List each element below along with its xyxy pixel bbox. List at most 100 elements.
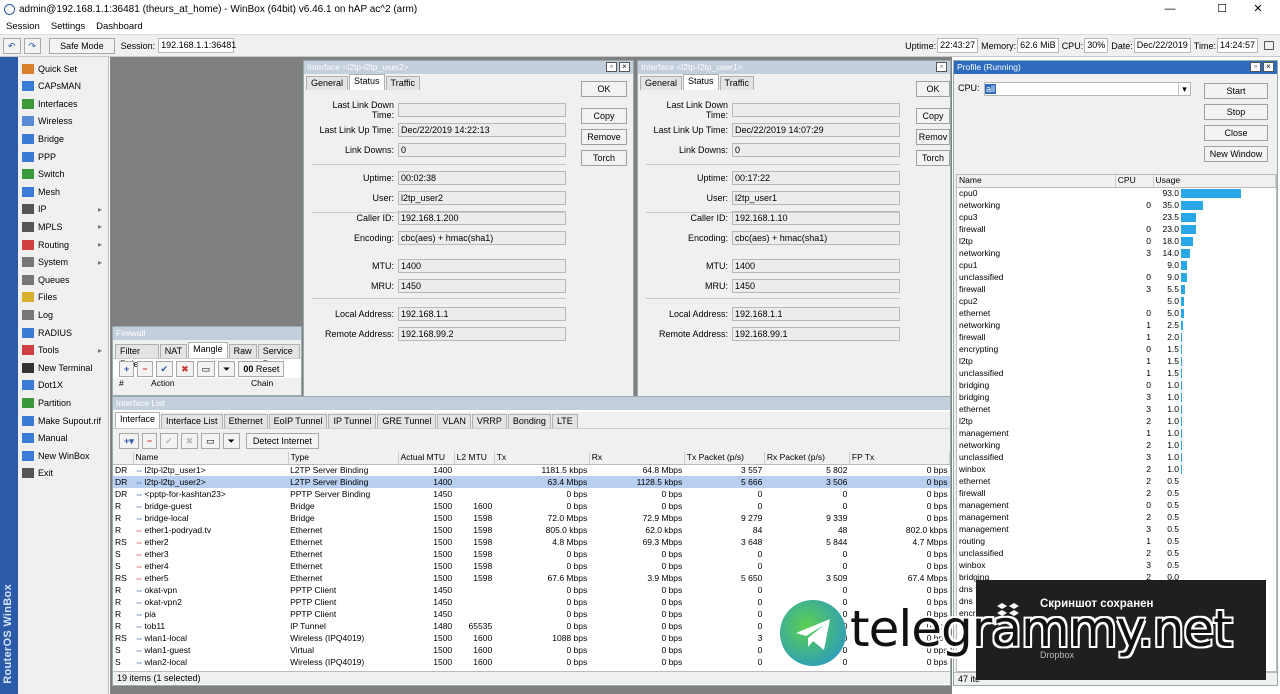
field-value[interactable]: 1400 — [398, 259, 566, 273]
sidebar-item-switch[interactable]: Switch — [20, 166, 108, 183]
sidebar-item-routing[interactable]: Routing ▸ — [20, 236, 108, 253]
sidebar-item-wireless[interactable]: Wireless — [20, 113, 108, 130]
column-header[interactable]: Name — [133, 452, 289, 465]
tab-lte[interactable]: LTE — [551, 414, 578, 428]
column-header[interactable]: Rx Packet (p/s) — [764, 452, 850, 465]
column-header[interactable]: L2 MTU — [454, 452, 495, 465]
field-value[interactable]: l2tp_user2 — [398, 191, 566, 205]
tab-gre-tunnel[interactable]: GRE Tunnel — [377, 414, 437, 428]
table-row[interactable]: encrypting 0 1.5 — [957, 344, 1276, 356]
table-row[interactable]: winbox 3 0.5 — [957, 560, 1276, 572]
cpu-select[interactable]: all ▾ — [984, 82, 1191, 96]
tab-service-ports[interactable]: Service Po — [257, 344, 300, 369]
sidebar-item-dot1x[interactable]: Dot1X — [20, 377, 108, 394]
session-field[interactable]: 192.168.1.1:36481 — [158, 38, 236, 53]
field-value[interactable]: Dec/22/2019 14:07:29 — [732, 123, 900, 137]
table-row[interactable]: cpu3 23.5 — [957, 212, 1276, 224]
tab-eoip-tunnel[interactable]: EoIP Tunnel — [268, 414, 328, 428]
tab-interface[interactable]: Interface — [115, 412, 161, 428]
filter-icon[interactable]: ⏷ — [218, 360, 236, 377]
table-row[interactable]: R ⇔bridge-guest Bridge 1500 1600 0 bps 0 bps 0 0… — [113, 500, 950, 512]
table-row[interactable]: cpu1 9.0 — [957, 260, 1276, 272]
remove-icon[interactable]: − — [137, 360, 153, 377]
table-row[interactable]: R ⇔ether1-podryad.tv Ethernet 1500 1598 805.0… — [113, 524, 950, 536]
field-value[interactable]: 192.168.1.1 — [732, 307, 900, 321]
field-value[interactable]: 192.168.1.200 — [398, 211, 566, 225]
table-row[interactable]: firewall 0 23.0 — [957, 224, 1276, 236]
field-value[interactable]: 0 — [732, 143, 900, 157]
reset-counters-button[interactable]: 00 Reset — [238, 360, 285, 377]
table-row[interactable]: management 0 0.5 — [957, 500, 1276, 512]
table-row[interactable]: bridging 0 1.0 — [957, 380, 1276, 392]
menu-settings[interactable]: Settings — [51, 21, 85, 32]
sidebar-item-system[interactable]: System ▸ — [20, 254, 108, 271]
torch-button[interactable]: Torch — [581, 150, 627, 166]
redo-button[interactable]: ↷ — [23, 37, 42, 54]
disable-icon[interactable]: ✖ — [176, 360, 194, 377]
sidebar-item-exit[interactable]: Exit — [20, 465, 108, 482]
add-dropdown-icon[interactable]: +▾ — [119, 432, 139, 449]
ok-button[interactable]: OK — [581, 81, 627, 97]
table-row[interactable]: routing 1 0.5 — [957, 536, 1276, 548]
column-header[interactable]: Name — [957, 175, 1116, 188]
close-button[interactable]: Close — [1204, 125, 1268, 141]
table-row[interactable]: unclassified 1 1.5 — [957, 368, 1276, 380]
sidebar-item-interfaces[interactable]: Interfaces — [20, 95, 108, 112]
table-row[interactable]: management 1 1.0 — [957, 428, 1276, 440]
detect-internet-button[interactable]: Detect Internet — [245, 432, 319, 449]
table-row[interactable]: S ⇔ether4 Ethernet 1500 1598 0 bps 0 bps 0 0 0 bp… — [113, 560, 950, 572]
tab-ethernet[interactable]: Ethernet — [223, 414, 268, 428]
filter-icon[interactable]: ⏷ — [222, 432, 240, 449]
stop-button[interactable]: Stop — [1204, 104, 1268, 120]
table-row[interactable]: networking 1 2.5 — [957, 320, 1276, 332]
table-row[interactable]: ethernet 3 1.0 — [957, 404, 1276, 416]
column-header[interactable]: Usage — [1153, 175, 1276, 188]
minimize-button[interactable]: — — [1148, 0, 1192, 18]
table-row[interactable]: bridging 3 1.0 — [957, 392, 1276, 404]
dropdown-arrow-icon[interactable]: ▾ — [1178, 83, 1190, 95]
sidebar-item-ip[interactable]: IP ▸ — [20, 201, 108, 218]
tab-ip-tunnel[interactable]: IP Tunnel — [328, 414, 377, 428]
tab-raw[interactable]: Raw — [228, 344, 257, 358]
field-value[interactable]: 1450 — [398, 279, 566, 293]
tab-status[interactable]: Status — [349, 74, 385, 90]
sidebar-item-ppp[interactable]: PPP — [20, 148, 108, 165]
table-row[interactable]: R ⇔okat-vpn PPTP Client 1450 0 bps 0 bps 0 0 0 b… — [113, 584, 950, 596]
field-value[interactable]: 0 — [398, 143, 566, 157]
tab-filter-rules[interactable]: Filter Rules — [115, 344, 159, 369]
field-value[interactable] — [398, 103, 566, 117]
table-row[interactable]: S ⇔ether3 Ethernet 1500 1598 0 bps 0 bps 0 0 0 bp… — [113, 548, 950, 560]
tab-vlan[interactable]: VLAN — [437, 414, 471, 428]
table-row[interactable]: unclassified 3 1.0 — [957, 452, 1276, 464]
copy-button[interactable]: Copy — [916, 108, 950, 124]
sidebar-item-tools[interactable]: Tools ▸ — [20, 342, 108, 359]
column-header[interactable]: FP Tx — [849, 452, 950, 465]
table-row[interactable]: RS ⇔ether5 Ethernet 1500 1598 67.6 Mbps 3.9 Mb… — [113, 572, 950, 584]
field-value[interactable]: 1450 — [732, 279, 900, 293]
table-row[interactable]: networking 2 1.0 — [957, 440, 1276, 452]
sidebar-item-partition[interactable]: Partition — [20, 394, 108, 411]
sidebar-item-new-terminal[interactable]: New Terminal — [20, 359, 108, 376]
field-value[interactable]: cbc(aes) + hmac(sha1) — [398, 231, 566, 245]
undo-button[interactable]: ↶ — [3, 37, 21, 54]
tab-nat[interactable]: NAT — [159, 344, 188, 358]
remove-button[interactable]: Remov — [916, 129, 950, 145]
restore-icon[interactable]: ▫ — [936, 62, 947, 72]
column-header[interactable]: Type — [288, 452, 399, 465]
table-row[interactable]: DR ⇔<pptp-for-kashtan23> PPTP Server Bindi… — [113, 488, 950, 500]
sidebar-item-manual[interactable]: Manual — [20, 430, 108, 447]
field-value[interactable]: 1400 — [732, 259, 900, 273]
table-row[interactable]: management 3 0.5 — [957, 524, 1276, 536]
sidebar-item-queues[interactable]: Queues — [20, 271, 108, 288]
tab-traffic[interactable]: Traffic — [719, 76, 755, 90]
menu-session[interactable]: Session — [6, 21, 40, 32]
sidebar-item-quick-set[interactable]: Quick Set — [20, 60, 108, 77]
tab-mangle[interactable]: Mangle — [188, 342, 228, 358]
sidebar-item-bridge[interactable]: Bridge — [20, 130, 108, 147]
field-value[interactable]: Dec/22/2019 14:22:13 — [398, 123, 566, 137]
table-row[interactable]: winbox 2 1.0 — [957, 464, 1276, 476]
comment-icon[interactable]: ▭ — [201, 432, 220, 449]
restore-icon[interactable]: ▫ — [1250, 62, 1261, 72]
column-header[interactable]: Tx Packet (p/s) — [684, 452, 765, 465]
column-header[interactable] — [113, 452, 134, 465]
